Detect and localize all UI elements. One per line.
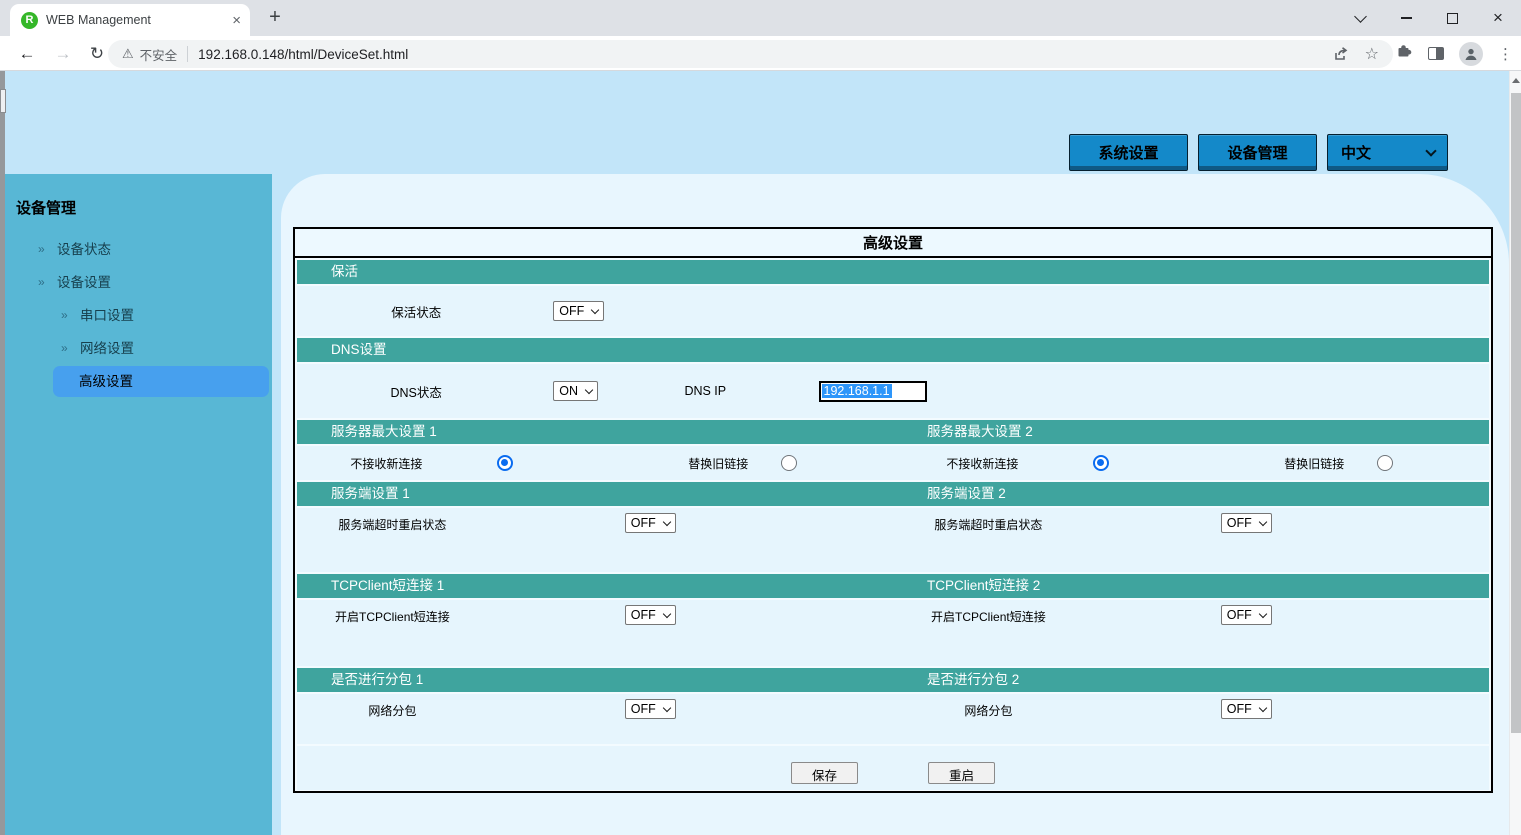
reload-icon[interactable]: ↻: [84, 41, 110, 67]
section-dns: DNS设置: [297, 338, 1489, 362]
reboot-button[interactable]: 重启: [928, 762, 995, 784]
url-text[interactable]: 192.168.0.148/html/DeviceSet.html: [198, 47, 1316, 62]
sidebar-item-network-settings[interactable]: » 网络设置: [5, 332, 272, 365]
window-maximize-button[interactable]: [1429, 0, 1475, 36]
not-secure-warning-icon: ⚠: [122, 46, 134, 62]
dns-status-label: DNS状态: [297, 382, 535, 401]
tcpclient-enable-label: 开启TCPClient短连接: [297, 605, 488, 625]
tcpclient1-select[interactable]: OFF: [625, 605, 676, 625]
language-value: 中文: [1341, 142, 1371, 163]
scrollbar-thumb[interactable]: [1511, 93, 1521, 733]
reject-new-label: 不接收新连接: [297, 455, 476, 472]
server2-timeout-select[interactable]: OFF: [1221, 513, 1272, 533]
tab-search-icon[interactable]: [1337, 0, 1383, 36]
server-timeout-label: 服务端超时重启状态: [297, 513, 488, 533]
item-arrow-icon: »: [38, 266, 45, 299]
server-timeout-label: 服务端超时重启状态: [893, 513, 1084, 533]
item-arrow-icon: »: [61, 299, 68, 332]
browser-toolbar: ← → ↻ ⚠ 不安全 192.168.0.148/html/DeviceSet…: [0, 36, 1521, 71]
page-scrollbar[interactable]: [1509, 71, 1521, 835]
browser-titlebar: R WEB Management × + ×: [0, 0, 1521, 36]
language-select[interactable]: 中文: [1327, 134, 1448, 171]
dns-ip-input[interactable]: 192.168.1.1: [819, 381, 927, 402]
tab-title: WEB Management: [46, 13, 223, 27]
window-close-button[interactable]: ×: [1475, 0, 1521, 36]
sidebar-title: 设备管理: [5, 174, 272, 218]
chevron-down-icon: [1259, 517, 1267, 525]
web-content: 系统设置 设备管理 中文 设备管理 » 设备状态 » 设备设置 » 串口设置 »…: [0, 71, 1509, 835]
tcpclient-enable-label: 开启TCPClient短连接: [893, 605, 1084, 625]
site-favicon-icon: R: [21, 12, 38, 29]
server-timeout-row: 服务端超时重启状态 OFF 服务端超时重启状态 OFF: [297, 508, 1489, 572]
background-window-thumb: [0, 89, 6, 113]
dns-row: DNS状态 ON DNS IP 192.168.1.1: [297, 364, 1489, 418]
keepalive-row: 保活状态 OFF: [297, 286, 1489, 336]
sidebar-item-serial-settings[interactable]: » 串口设置: [5, 299, 272, 332]
item-arrow-icon: »: [38, 233, 45, 266]
forward-icon: →: [50, 41, 76, 67]
advanced-settings-table: 高级设置 保活 保活状态 OFF DNS设置 DNS状态 ON DNS IP 1…: [293, 227, 1493, 793]
chevron-down-icon: [663, 609, 671, 617]
section-keepalive: 保活: [297, 260, 1489, 284]
bookmark-star-icon[interactable]: ☆: [1365, 44, 1379, 64]
footer-actions: 保存 重启: [297, 746, 1489, 790]
security-label[interactable]: 不安全: [140, 45, 178, 64]
url-divider: [187, 46, 188, 62]
sidebar-item-device-status[interactable]: » 设备状态: [5, 233, 272, 266]
chevron-down-icon: [591, 305, 599, 313]
chevron-down-icon: [1425, 145, 1436, 156]
packet-split-label: 网络分包: [297, 699, 488, 719]
server-max-row: 不接收新连接 替换旧链接 不接收新连接 替换旧链接: [297, 446, 1489, 480]
profile-avatar[interactable]: [1459, 42, 1483, 66]
section-tcpclient: TCPClient短连接 1 TCPClient短连接 2: [297, 574, 1489, 598]
chevron-down-icon: [1259, 609, 1267, 617]
server1-reject-new-radio[interactable]: [497, 455, 513, 471]
keepalive-status-label: 保活状态: [297, 302, 535, 321]
tcpclient2-select[interactable]: OFF: [1221, 605, 1272, 625]
page-title: 高级设置: [295, 229, 1491, 258]
browser-tab[interactable]: R WEB Management ×: [10, 4, 250, 36]
server2-replace-old-radio[interactable]: [1377, 455, 1393, 471]
chevron-down-icon: [663, 703, 671, 711]
section-server: 服务端设置 1 服务端设置 2: [297, 482, 1489, 506]
sidebar: 设备管理 » 设备状态 » 设备设置 » 串口设置 » 网络设置 高级设置: [5, 174, 272, 835]
packet1-select[interactable]: OFF: [625, 699, 676, 719]
server1-replace-old-radio[interactable]: [781, 455, 797, 471]
dns-ip-label: DNS IP: [628, 384, 783, 398]
save-button[interactable]: 保存: [791, 762, 858, 784]
server1-timeout-select[interactable]: OFF: [625, 513, 676, 533]
browser-menu-icon[interactable]: ⋮: [1498, 45, 1513, 63]
sidebar-item-device-settings[interactable]: » 设备设置: [5, 266, 272, 299]
side-panel-icon[interactable]: [1428, 47, 1444, 60]
extensions-puzzle-icon[interactable]: [1395, 42, 1413, 65]
address-bar[interactable]: ⚠ 不安全 192.168.0.148/html/DeviceSet.html …: [108, 40, 1393, 68]
replace-old-label: 替换旧链接: [1255, 455, 1374, 472]
chevron-down-icon: [663, 517, 671, 525]
new-tab-button[interactable]: +: [262, 5, 288, 31]
window-minimize-button[interactable]: [1383, 0, 1429, 36]
chevron-down-icon: [1259, 703, 1267, 711]
dns-ip-value: 192.168.1.1: [822, 384, 892, 398]
item-arrow-icon: »: [61, 332, 68, 365]
system-settings-button[interactable]: 系统设置: [1069, 134, 1188, 171]
packet2-select[interactable]: OFF: [1221, 699, 1272, 719]
tcpclient-row: 开启TCPClient短连接 OFF 开启TCPClient短连接 OFF: [297, 600, 1489, 666]
tab-close-icon[interactable]: ×: [223, 12, 250, 29]
scroll-up-icon[interactable]: [1512, 78, 1520, 83]
share-icon[interactable]: [1333, 46, 1349, 62]
replace-old-label: 替换旧链接: [659, 455, 778, 472]
back-icon[interactable]: ←: [14, 41, 40, 67]
server2-reject-new-radio[interactable]: [1093, 455, 1109, 471]
chevron-down-icon: [585, 385, 593, 393]
keepalive-status-select[interactable]: OFF: [553, 301, 604, 321]
section-server-max: 服务器最大设置 1 服务器最大设置 2: [297, 420, 1489, 444]
section-packet: 是否进行分包 1 是否进行分包 2: [297, 668, 1489, 692]
packet-split-label: 网络分包: [893, 699, 1084, 719]
device-management-button[interactable]: 设备管理: [1198, 134, 1317, 171]
packet-row: 网络分包 OFF 网络分包 OFF: [297, 694, 1489, 744]
dns-status-select[interactable]: ON: [553, 381, 598, 401]
sidebar-item-advanced-settings[interactable]: 高级设置: [53, 366, 269, 397]
reject-new-label: 不接收新连接: [893, 455, 1072, 472]
